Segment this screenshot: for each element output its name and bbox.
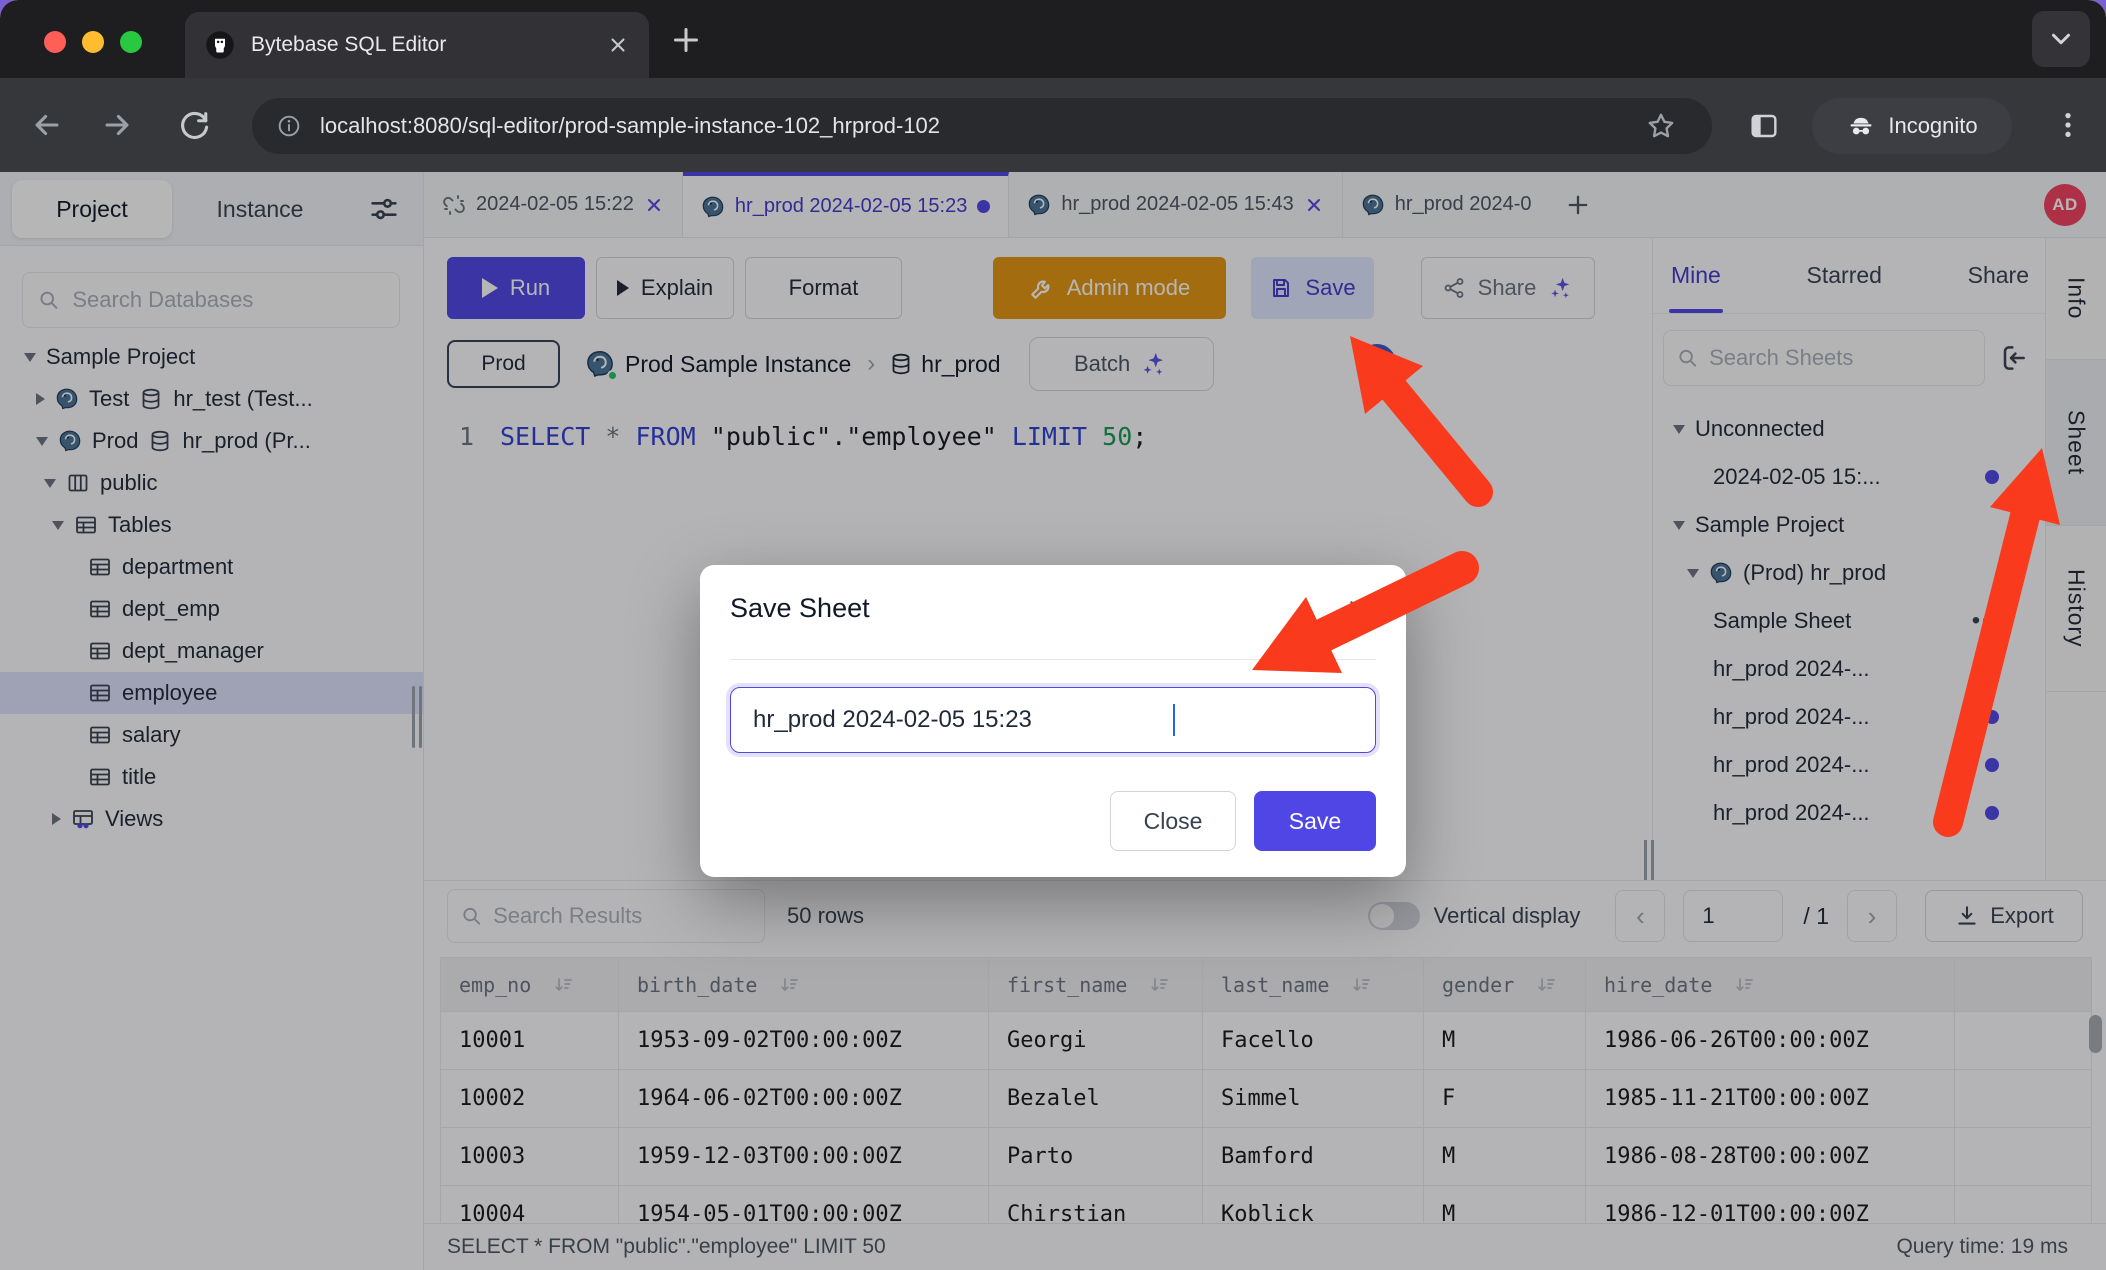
new-tab-button[interactable]	[668, 22, 704, 58]
back-icon[interactable]	[30, 108, 64, 142]
incognito-label: Incognito	[1888, 113, 1977, 139]
close-window-button[interactable]	[44, 31, 66, 53]
incognito-icon	[1846, 111, 1876, 141]
dialog-save-button[interactable]: Save	[1254, 791, 1376, 851]
close-tab-icon[interactable]	[607, 34, 629, 56]
tab-search-button[interactable]	[2032, 11, 2090, 67]
macos-traffic-lights	[44, 31, 142, 53]
browser-titlebar: Bytebase SQL Editor	[0, 0, 2106, 78]
dialog-title: Save Sheet	[730, 593, 870, 624]
dialog-divider	[730, 659, 1376, 660]
chevron-down-icon	[2046, 24, 2076, 54]
browser-tab-title: Bytebase SQL Editor	[251, 33, 591, 57]
browser-window: Bytebase SQL Editor localhost:8080/sql-e…	[0, 0, 2106, 1270]
bookmark-star-icon[interactable]	[1645, 110, 1677, 142]
browser-tab[interactable]: Bytebase SQL Editor	[185, 12, 649, 78]
reload-icon[interactable]	[176, 108, 210, 142]
browser-menu-icon[interactable]	[2052, 109, 2084, 141]
forward-icon[interactable]	[100, 108, 134, 142]
incognito-badge: Incognito	[1812, 98, 2012, 154]
text-caret	[1173, 704, 1175, 736]
browser-toolbar: localhost:8080/sql-editor/prod-sample-in…	[0, 78, 2106, 172]
screenshot-root: Bytebase SQL Editor localhost:8080/sql-e…	[0, 0, 2106, 1270]
close-dialog-icon[interactable]	[1344, 595, 1374, 625]
url-text: localhost:8080/sql-editor/prod-sample-in…	[320, 113, 940, 139]
dialog-close-button[interactable]: Close	[1110, 791, 1236, 851]
site-info-icon[interactable]	[276, 113, 302, 139]
sheet-name-field	[730, 687, 1376, 753]
bytebase-favicon	[205, 30, 235, 60]
side-panel-icon[interactable]	[1748, 110, 1780, 142]
maximize-window-button[interactable]	[120, 31, 142, 53]
url-bar[interactable]: localhost:8080/sql-editor/prod-sample-in…	[252, 98, 1712, 154]
minimize-window-button[interactable]	[82, 31, 104, 53]
sheet-name-input[interactable]	[753, 706, 1353, 734]
save-sheet-dialog: Save Sheet Close Save	[700, 565, 1406, 877]
